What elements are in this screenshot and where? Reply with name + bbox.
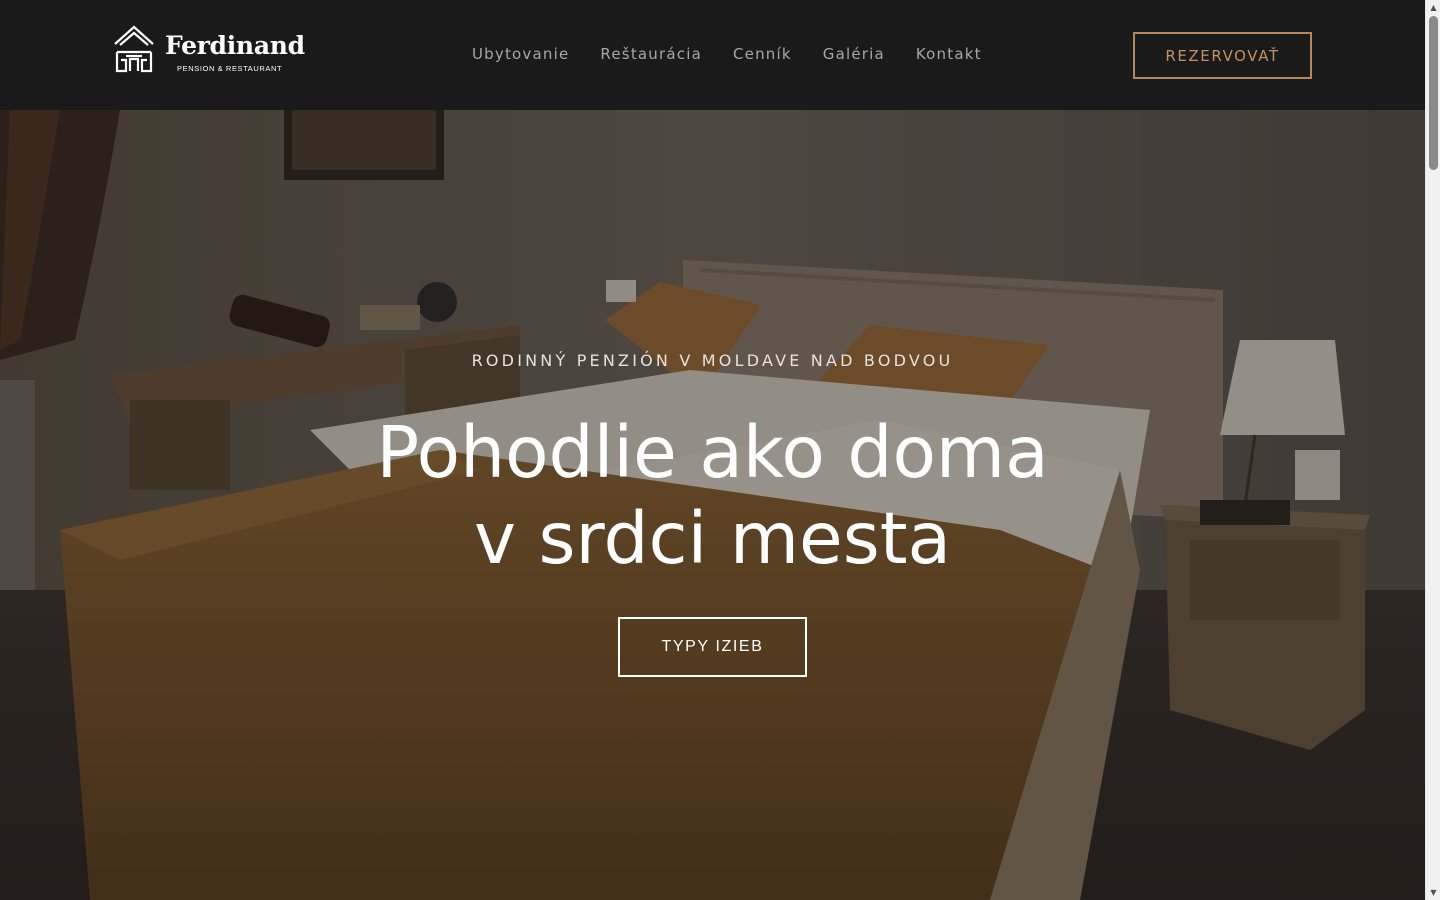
hero-title: Pohodlie ako doma v srdci mesta [0,410,1425,582]
hero-section: RODINNÝ PENZIÓN V MOLDAVE NAD BODVOU Poh… [0,110,1425,900]
nav-item-kontakt[interactable]: Kontakt [916,45,982,63]
page-scrollbar[interactable]: ▲ ▼ [1425,0,1440,900]
nav-item-restauracia[interactable]: Reštaurácia [600,45,702,63]
site-header: Ferdinand PENSION & RESTAURANT Ubytovani… [0,0,1425,110]
logo-tagline: PENSION & RESTAURANT [177,64,283,73]
reserve-button[interactable]: REZERVOVAŤ [1133,32,1312,79]
scrollbar-thumb[interactable] [1429,16,1438,170]
site-logo[interactable]: Ferdinand PENSION & RESTAURANT [113,24,305,76]
nav-item-ubytovanie[interactable]: Ubytovanie [472,45,569,63]
hero-title-line-2: v srdci mesta [473,497,952,580]
hero-title-line-1: Pohodlie ako doma [376,411,1049,494]
nav-item-cennik[interactable]: Cenník [733,45,792,63]
logo-name: Ferdinand [165,31,305,60]
chevron-up-icon[interactable]: ▲ [1426,0,1440,15]
house-logo-icon [114,25,154,73]
main-nav: Ubytovanie Reštaurácia Cenník Galéria Ko… [472,45,982,63]
nav-item-galeria[interactable]: Galéria [823,45,885,63]
hero-subtitle: RODINNÝ PENZIÓN V MOLDAVE NAD BODVOU [471,351,954,370]
room-types-button[interactable]: TYPY IZIEB [618,617,807,677]
chevron-down-icon[interactable]: ▼ [1426,885,1440,900]
